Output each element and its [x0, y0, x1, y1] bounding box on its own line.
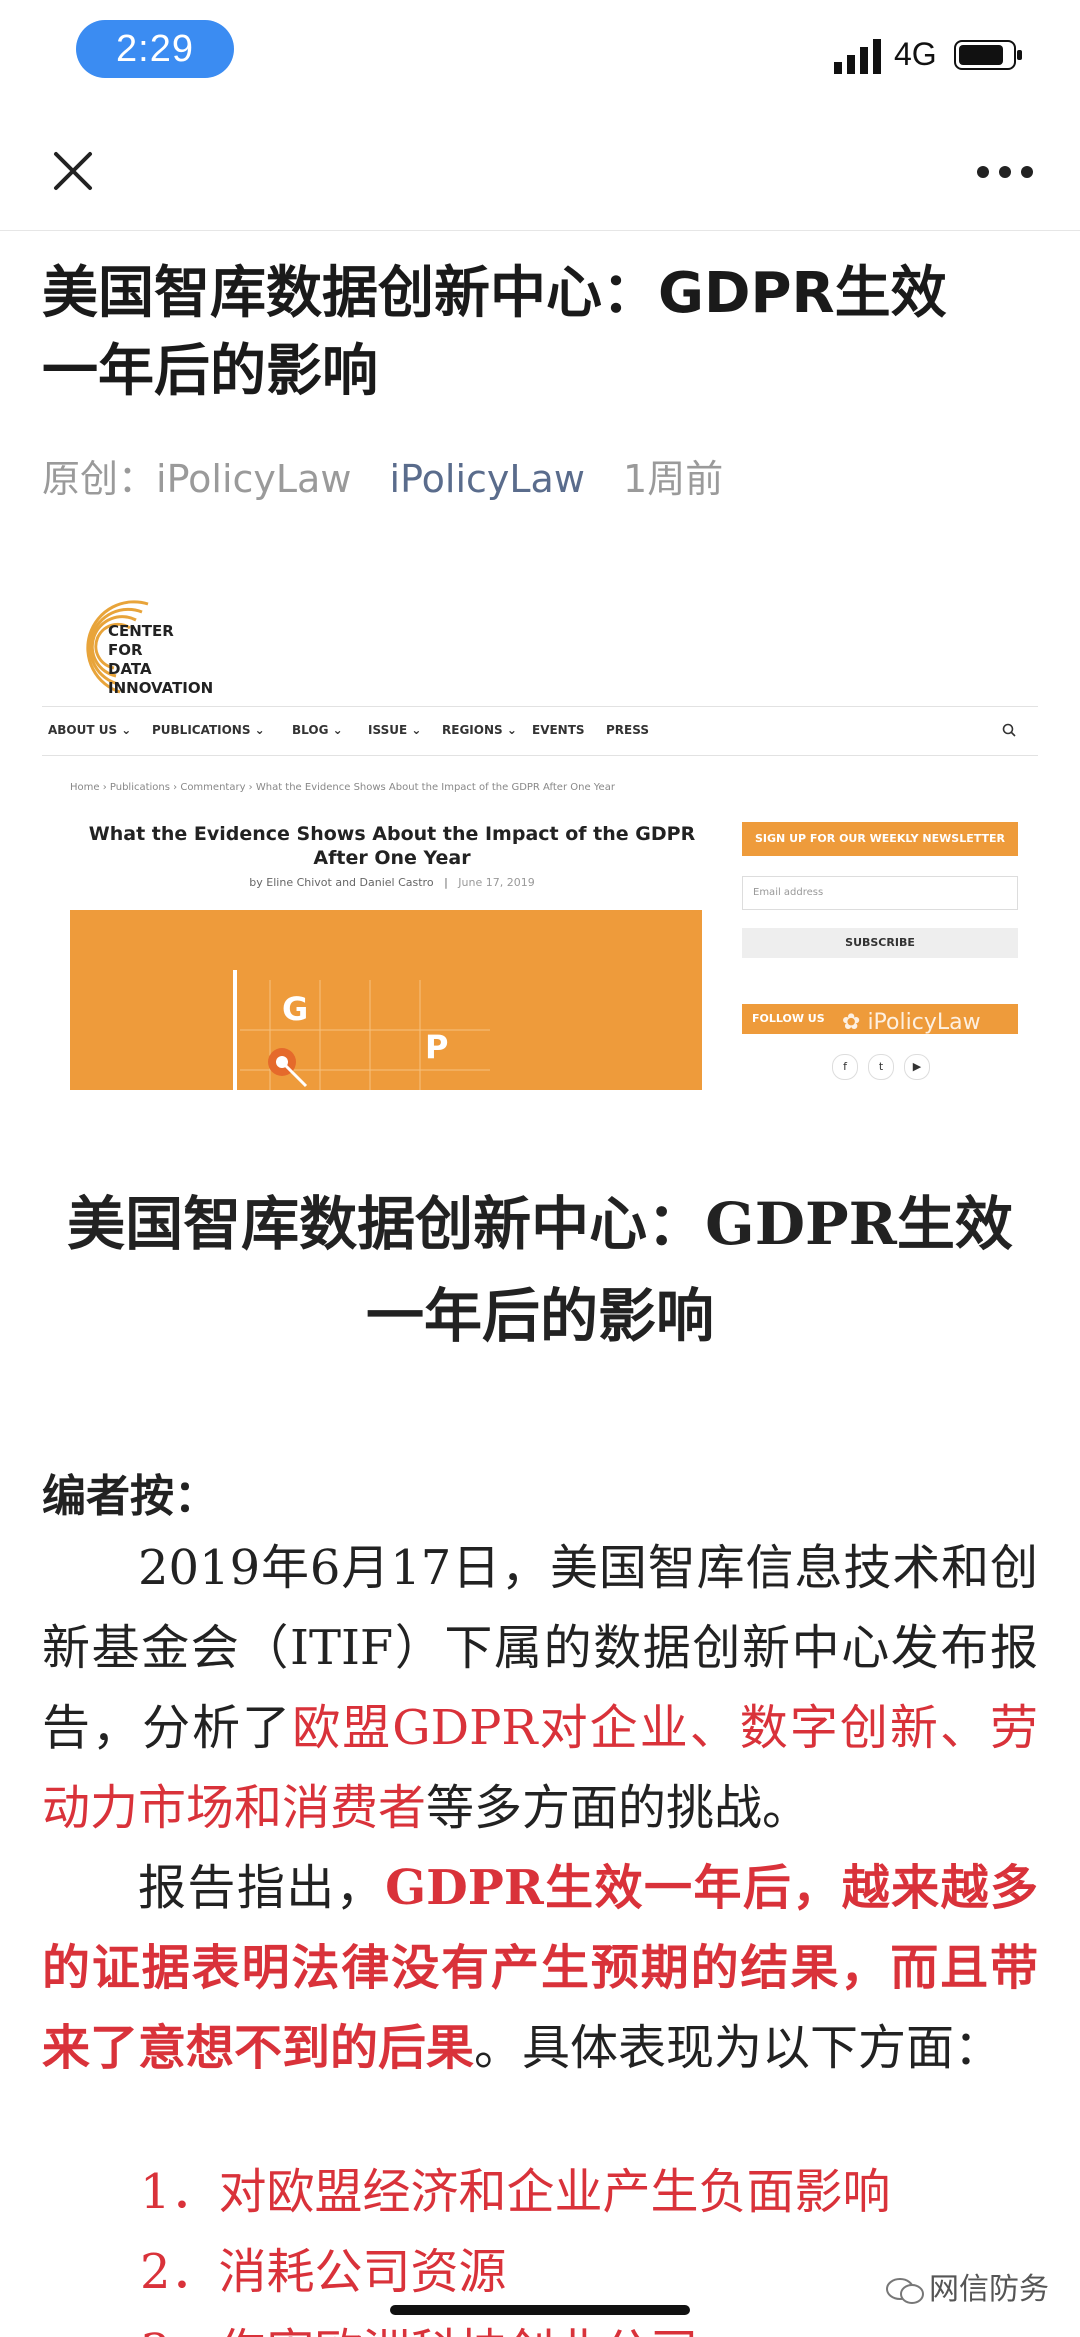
newsletter-heading: SIGN UP FOR OUR WEEKLY NEWSLETTER — [742, 822, 1018, 856]
signal-icon — [834, 39, 881, 74]
network-type: 4G — [894, 36, 937, 72]
list-item: 3．伤害欧洲科技创业公司 — [140, 2312, 1040, 2337]
status-time[interactable]: 2:29 — [76, 20, 234, 78]
site-nav-events[interactable]: EVENTS — [532, 723, 585, 737]
watermark-ipolicylaw: ✿ iPolicyLaw — [842, 1010, 981, 1035]
site-nav: ABOUT US ⌄ PUBLICATIONS ⌄ BLOG ⌄ ISSUE ⌄… — [42, 706, 1038, 756]
account-link[interactable]: iPolicyLaw — [390, 457, 585, 501]
site-nav-issue[interactable]: ISSUE ⌄ — [368, 723, 421, 737]
twitter-icon[interactable]: t — [868, 1054, 894, 1080]
site-nav-press[interactable]: PRESS — [606, 723, 649, 737]
site-nav-regions[interactable]: REGIONS ⌄ — [442, 723, 517, 737]
youtube-icon[interactable]: ▶ — [904, 1054, 930, 1080]
site-nav-publications[interactable]: PUBLICATIONS ⌄ — [152, 723, 265, 737]
list-item: 1．对欧盟经济和企业产生负面影响 — [140, 2164, 891, 2220]
facebook-icon[interactable]: f — [832, 1054, 858, 1080]
breadcrumb[interactable]: Home › Publications › Commentary › What … — [70, 782, 615, 793]
email-field[interactable]: Email address — [742, 876, 1018, 910]
hero-letter-g: G — [282, 990, 309, 1028]
hero-image: G P — [70, 910, 702, 1090]
watermark-bottom: 网信防务 — [885, 2264, 1049, 2308]
publish-time: 1周前 — [623, 457, 724, 501]
body-heading: 美国智库数据创新中心：GDPR生效一年后的影响 — [67, 1190, 1013, 1350]
paragraph-findings: 报告指出，GDPR生效一年后，越来越多的证据表明法律没有产生预期的结果，而且带来… — [42, 1860, 1038, 2076]
meta-label: 原创： — [42, 457, 157, 501]
site-nav-about[interactable]: ABOUT US ⌄ — [48, 723, 131, 737]
home-indicator[interactable] — [390, 2305, 690, 2315]
more-options-icon[interactable] — [975, 164, 1035, 180]
editor-note-label: 编者按： — [42, 1471, 218, 1522]
hero-letter-p: P — [425, 1028, 449, 1066]
meta-author: iPolicyLaw — [156, 457, 352, 501]
byline: by Eline Chivot and Daniel Castro | June… — [249, 876, 535, 889]
social-icons: f t ▶ — [832, 1054, 952, 1080]
close-icon[interactable] — [48, 146, 98, 196]
article-title: 美国智库数据创新中心：GDPR生效一年后的影响 — [42, 261, 947, 404]
site-article-title: What the Evidence Shows About the Impact… — [88, 823, 696, 869]
byline-date: June 17, 2019 — [458, 876, 535, 889]
byline-authors: by Eline Chivot and Daniel Castro — [249, 876, 434, 889]
subscribe-button[interactable]: SUBSCRIBE — [742, 928, 1018, 958]
search-icon[interactable] — [1002, 723, 1016, 737]
hero-grid-graphic — [233, 970, 490, 1090]
wechat-icon — [886, 2277, 924, 2304]
battery-icon — [954, 40, 1022, 70]
status-bar: 2:29 4G — [0, 0, 1080, 110]
site-nav-blog[interactable]: BLOG ⌄ — [292, 723, 343, 737]
embedded-screenshot: CENTER FOR DATA INNOVATION ABOUT US ⌄ PU… — [42, 570, 1038, 1090]
wechat-icon: ✿ — [842, 1010, 861, 1035]
nav-bar — [0, 120, 1080, 231]
article-meta: 原创：iPolicyLaw iPolicyLaw 1周前 — [42, 448, 723, 503]
wechat-article-page: 2:29 4G 美国智库数据创新中心：GDPR生效一年后的影响 原创：iPoli… — [0, 0, 1080, 2337]
cdi-logo-text: CENTER FOR DATA INNOVATION — [108, 622, 214, 697]
paragraph-intro: 2019年6月17日，美国智库信息技术和创新基金会（ITIF）下属的数据创新中心… — [42, 1540, 1038, 1836]
